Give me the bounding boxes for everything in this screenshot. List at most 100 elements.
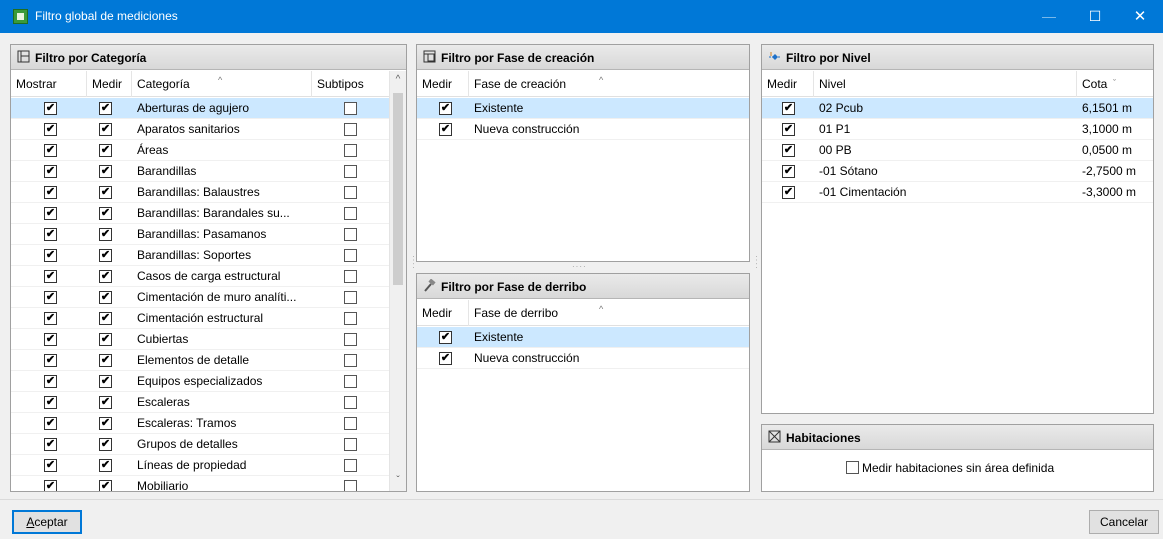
measure-checkbox[interactable]: ✔ xyxy=(99,228,112,241)
measure-checkbox[interactable]: ✔ xyxy=(782,102,795,115)
table-row[interactable]: ✔ ✔ Cubiertas xyxy=(11,329,389,350)
show-checkbox[interactable]: ✔ xyxy=(44,102,57,115)
subtypes-checkbox[interactable] xyxy=(344,102,357,115)
measure-checkbox[interactable]: ✔ xyxy=(99,123,112,136)
table-row[interactable]: ✔ ✔ Aparatos sanitarios xyxy=(11,119,389,140)
scroll-thumb[interactable] xyxy=(393,93,403,285)
show-checkbox[interactable]: ✔ xyxy=(44,396,57,409)
measure-checkbox[interactable]: ✔ xyxy=(99,375,112,388)
subtypes-checkbox[interactable] xyxy=(344,186,357,199)
table-row[interactable]: ✔ ✔ Barandillas: Balaustres xyxy=(11,182,389,203)
measure-checkbox[interactable]: ✔ xyxy=(99,102,112,115)
column-header-level[interactable]: Nivel xyxy=(814,71,1077,97)
show-checkbox[interactable]: ✔ xyxy=(44,459,57,472)
subtypes-checkbox[interactable] xyxy=(344,375,357,388)
close-button[interactable]: ✕ xyxy=(1117,0,1163,33)
show-checkbox[interactable]: ✔ xyxy=(44,354,57,367)
table-row[interactable]: ✔ Existente xyxy=(417,327,749,348)
measure-rooms-without-area-option[interactable]: Medir habitaciones sin área definida xyxy=(846,461,1054,475)
measure-checkbox[interactable]: ✔ xyxy=(99,417,112,430)
subtypes-checkbox[interactable] xyxy=(344,354,357,367)
horizontal-splitter[interactable]: ···· xyxy=(572,262,587,271)
subtypes-checkbox[interactable] xyxy=(344,207,357,220)
show-checkbox[interactable]: ✔ xyxy=(44,207,57,220)
show-checkbox[interactable]: ✔ xyxy=(44,123,57,136)
measure-checkbox[interactable]: ✔ xyxy=(99,165,112,178)
table-row[interactable]: ✔ ✔ Grupos de detalles xyxy=(11,434,389,455)
table-row[interactable]: ✔ ✔ Cimentación de muro analíti... xyxy=(11,287,389,308)
column-header-measure[interactable]: Medir xyxy=(762,71,814,97)
show-checkbox[interactable]: ✔ xyxy=(44,417,57,430)
table-row[interactable]: ✔ ✔ Escaleras: Tramos xyxy=(11,413,389,434)
subtypes-checkbox[interactable] xyxy=(344,480,357,491)
show-checkbox[interactable]: ✔ xyxy=(44,480,57,491)
table-row[interactable]: ✔ ✔ Mobiliario xyxy=(11,476,389,491)
table-row[interactable]: ✔ ✔ Líneas de propiedad xyxy=(11,455,389,476)
show-checkbox[interactable]: ✔ xyxy=(44,144,57,157)
show-checkbox[interactable]: ✔ xyxy=(44,375,57,388)
subtypes-checkbox[interactable] xyxy=(344,312,357,325)
subtypes-checkbox[interactable] xyxy=(344,228,357,241)
subtypes-checkbox[interactable] xyxy=(344,291,357,304)
measure-checkbox[interactable]: ✔ xyxy=(782,165,795,178)
subtypes-checkbox[interactable] xyxy=(344,123,357,136)
cancel-button[interactable]: Cancelar xyxy=(1089,510,1159,534)
table-row[interactable]: ✔ Nueva construcción xyxy=(417,348,749,369)
subtypes-checkbox[interactable] xyxy=(344,270,357,283)
measure-checkbox[interactable]: ✔ xyxy=(439,331,452,344)
table-row[interactable]: ✔ ✔ Áreas xyxy=(11,140,389,161)
table-row[interactable]: ✔ Existente xyxy=(417,98,749,119)
table-row[interactable]: ✔ ✔ Barandillas xyxy=(11,161,389,182)
subtypes-checkbox[interactable] xyxy=(344,333,357,346)
table-row[interactable]: ✔ 00 PB 0,0500 m xyxy=(762,140,1153,161)
show-checkbox[interactable]: ✔ xyxy=(44,312,57,325)
column-header-elevation[interactable]: Cota ˇ xyxy=(1077,71,1153,97)
measure-checkbox[interactable]: ✔ xyxy=(99,333,112,346)
show-checkbox[interactable]: ✔ xyxy=(44,165,57,178)
column-header-measure[interactable]: Medir xyxy=(417,71,469,97)
table-row[interactable]: ✔ 02 Pcub 6,1501 m xyxy=(762,98,1153,119)
subtypes-checkbox[interactable] xyxy=(344,396,357,409)
measure-checkbox[interactable]: ✔ xyxy=(99,459,112,472)
show-checkbox[interactable]: ✔ xyxy=(44,438,57,451)
vertical-splitter-right[interactable]: ···· xyxy=(752,255,761,270)
measure-checkbox[interactable]: ✔ xyxy=(99,480,112,491)
scroll-up-icon[interactable]: ^ xyxy=(390,71,406,88)
measure-checkbox[interactable]: ✔ xyxy=(99,270,112,283)
show-checkbox[interactable]: ✔ xyxy=(44,228,57,241)
measure-checkbox[interactable]: ✔ xyxy=(99,438,112,451)
measure-checkbox[interactable]: ✔ xyxy=(782,123,795,136)
show-checkbox[interactable]: ✔ xyxy=(44,270,57,283)
accept-button[interactable]: Aceptar xyxy=(12,510,82,534)
table-row[interactable]: ✔ -01 Sótano -2,7500 m xyxy=(762,161,1153,182)
table-row[interactable]: ✔ ✔ Elementos de detalle xyxy=(11,350,389,371)
column-header-measure[interactable]: Medir xyxy=(417,300,469,326)
subtypes-checkbox[interactable] xyxy=(344,165,357,178)
table-row[interactable]: ✔ ✔ Cimentación estructural xyxy=(11,308,389,329)
maximize-button[interactable]: ☐ xyxy=(1072,0,1118,33)
minimize-button[interactable]: — xyxy=(1026,0,1072,33)
table-row[interactable]: ✔ ✔ Barandillas: Pasamanos xyxy=(11,224,389,245)
measure-checkbox[interactable]: ✔ xyxy=(439,123,452,136)
measure-checkbox[interactable]: ✔ xyxy=(439,352,452,365)
table-row[interactable]: ✔ ✔ Aberturas de agujero xyxy=(11,98,389,119)
column-header-demolition-phase[interactable]: Fase de derribo ^ xyxy=(469,300,749,326)
table-row[interactable]: ✔ ✔ Barandillas: Soportes xyxy=(11,245,389,266)
column-header-measure[interactable]: Medir xyxy=(87,71,132,97)
table-row[interactable]: ✔ ✔ Escaleras xyxy=(11,392,389,413)
subtypes-checkbox[interactable] xyxy=(344,438,357,451)
subtypes-checkbox[interactable] xyxy=(344,249,357,262)
subtypes-checkbox[interactable] xyxy=(344,144,357,157)
measure-checkbox[interactable]: ✔ xyxy=(99,354,112,367)
table-row[interactable]: ✔ ✔ Barandillas: Barandales su... xyxy=(11,203,389,224)
measure-checkbox[interactable]: ✔ xyxy=(439,102,452,115)
show-checkbox[interactable]: ✔ xyxy=(44,186,57,199)
show-checkbox[interactable]: ✔ xyxy=(44,333,57,346)
measure-checkbox[interactable]: ✔ xyxy=(99,291,112,304)
measure-checkbox[interactable]: ✔ xyxy=(99,207,112,220)
measure-rooms-without-area-checkbox[interactable] xyxy=(846,461,859,474)
table-row[interactable]: ✔ Nueva construcción xyxy=(417,119,749,140)
measure-checkbox[interactable]: ✔ xyxy=(782,186,795,199)
column-header-subtypes[interactable]: Subtipos xyxy=(312,71,389,97)
column-header-show[interactable]: Mostrar xyxy=(11,71,87,97)
